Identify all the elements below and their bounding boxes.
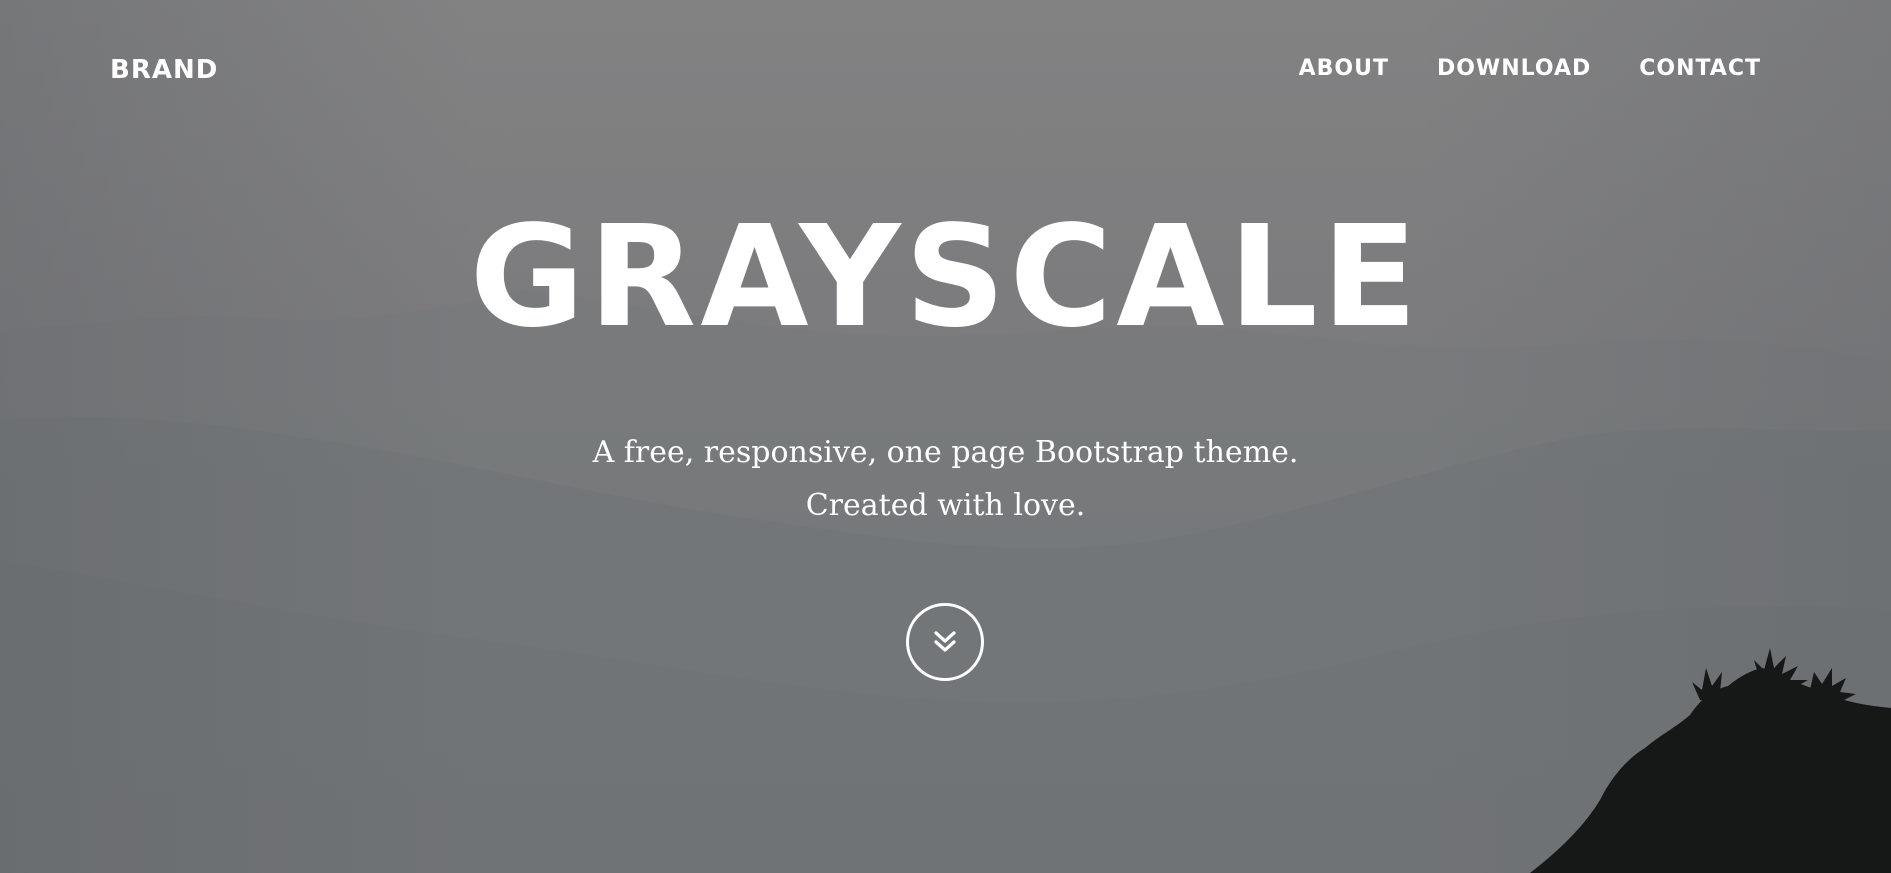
- nav-link-contact[interactable]: CONTACT: [1639, 56, 1761, 81]
- nav-links: ABOUT DOWNLOAD CONTACT: [1299, 56, 1761, 81]
- hero-subtitle-line-1: A free, responsive, one page Bootstrap t…: [592, 435, 1299, 470]
- hero-subtitle-line-2: Created with love.: [805, 488, 1086, 523]
- hero-subtitle: A free, responsive, one page Bootstrap t…: [0, 426, 1891, 532]
- hero-section: BRAND ABOUT DOWNLOAD CONTACT GRAYSCALE A…: [0, 0, 1891, 873]
- double-chevron-down-icon: [934, 631, 956, 652]
- scroll-down-button[interactable]: [906, 603, 984, 681]
- page-title: GRAYSCALE: [469, 196, 1422, 359]
- nav-link-about[interactable]: ABOUT: [1299, 56, 1389, 81]
- nav-link-download[interactable]: DOWNLOAD: [1437, 56, 1591, 81]
- brand-logo-link[interactable]: BRAND: [110, 55, 218, 85]
- navbar: BRAND ABOUT DOWNLOAD CONTACT: [0, 0, 1891, 140]
